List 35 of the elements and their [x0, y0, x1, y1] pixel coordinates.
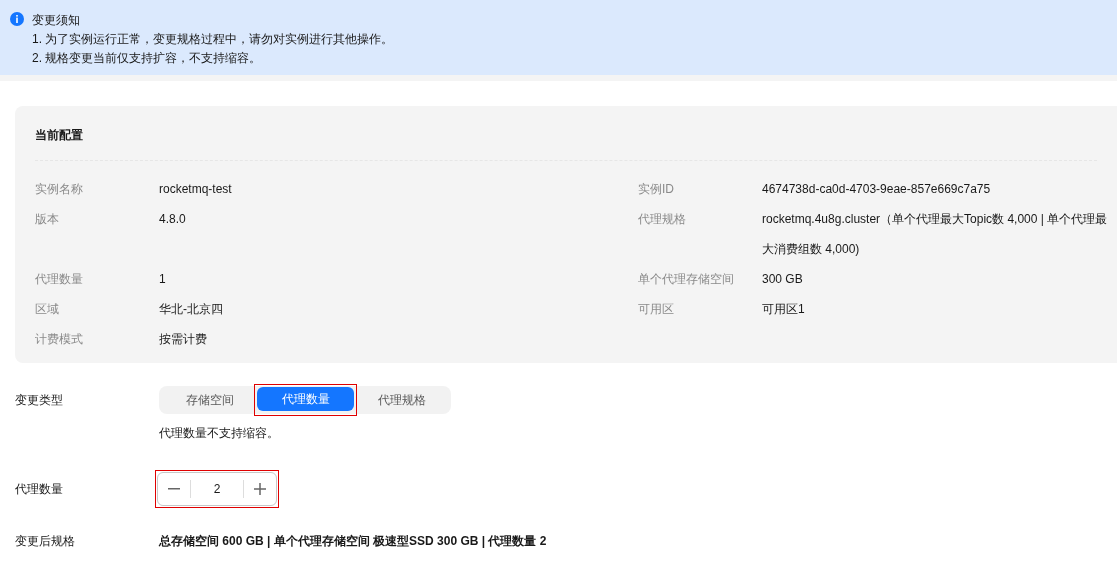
field-value: 华北-北京四: [159, 301, 224, 318]
minus-icon: [168, 488, 180, 490]
field-label: 计费模式: [35, 331, 84, 348]
notice-line: 2. 规格变更当前仅支持扩容，不支持缩容。: [32, 50, 263, 67]
field-label: 版本: [35, 211, 60, 228]
info-icon: [10, 12, 24, 26]
hint-text: 代理数量不支持缩容。: [159, 425, 280, 442]
field-label: 单个代理存储空间: [638, 271, 735, 288]
notice-line: 1. 为了实例运行正常，变更规格过程中，请勿对实例进行其他操作。: [32, 31, 394, 48]
field-value: 4674738d-ca0d-4703-9eae-857e669c7a75: [762, 181, 992, 198]
type-tab[interactable]: 存储空间: [161, 388, 258, 412]
card-title: 当前配置: [35, 127, 84, 144]
field-value: 300 GB: [762, 271, 804, 288]
type-tab[interactable]: 代理数量: [257, 387, 354, 411]
notice-title: 变更须知: [32, 12, 81, 29]
spec-summary: 总存储空间 600 GB | 单个代理存储空间 极速型SSD 300 GB | 代理数量 2: [159, 533, 547, 550]
field-label: 变更后规格: [15, 533, 76, 550]
number-stepper[interactable]: 2: [157, 472, 277, 506]
field-label: 代理规格: [638, 211, 687, 228]
field-value: rocketmq.4u8g.cluster（单个代理最大Topic数 4,000 | 单个代理最大消费组数 4,000): [762, 211, 1109, 258]
field-label: 实例名称: [35, 181, 84, 198]
field-value: 按需计费: [159, 331, 208, 348]
stepper-value: 2: [212, 481, 222, 498]
field-label: 区域: [35, 301, 60, 318]
field-value: 4.8.0: [159, 211, 187, 228]
field-label: 可用区: [638, 301, 675, 318]
field-label: 实例ID: [638, 181, 675, 198]
field-value: rocketmq-test: [159, 181, 233, 198]
field-label: 变更类型: [15, 392, 64, 409]
type-tab[interactable]: 代理规格: [353, 388, 450, 412]
field-value: 1: [159, 271, 167, 288]
field-label: 代理数量: [35, 271, 84, 288]
field-value: 可用区1: [762, 301, 806, 318]
field-label: 代理数量: [15, 481, 64, 498]
plus-icon: [254, 483, 266, 495]
